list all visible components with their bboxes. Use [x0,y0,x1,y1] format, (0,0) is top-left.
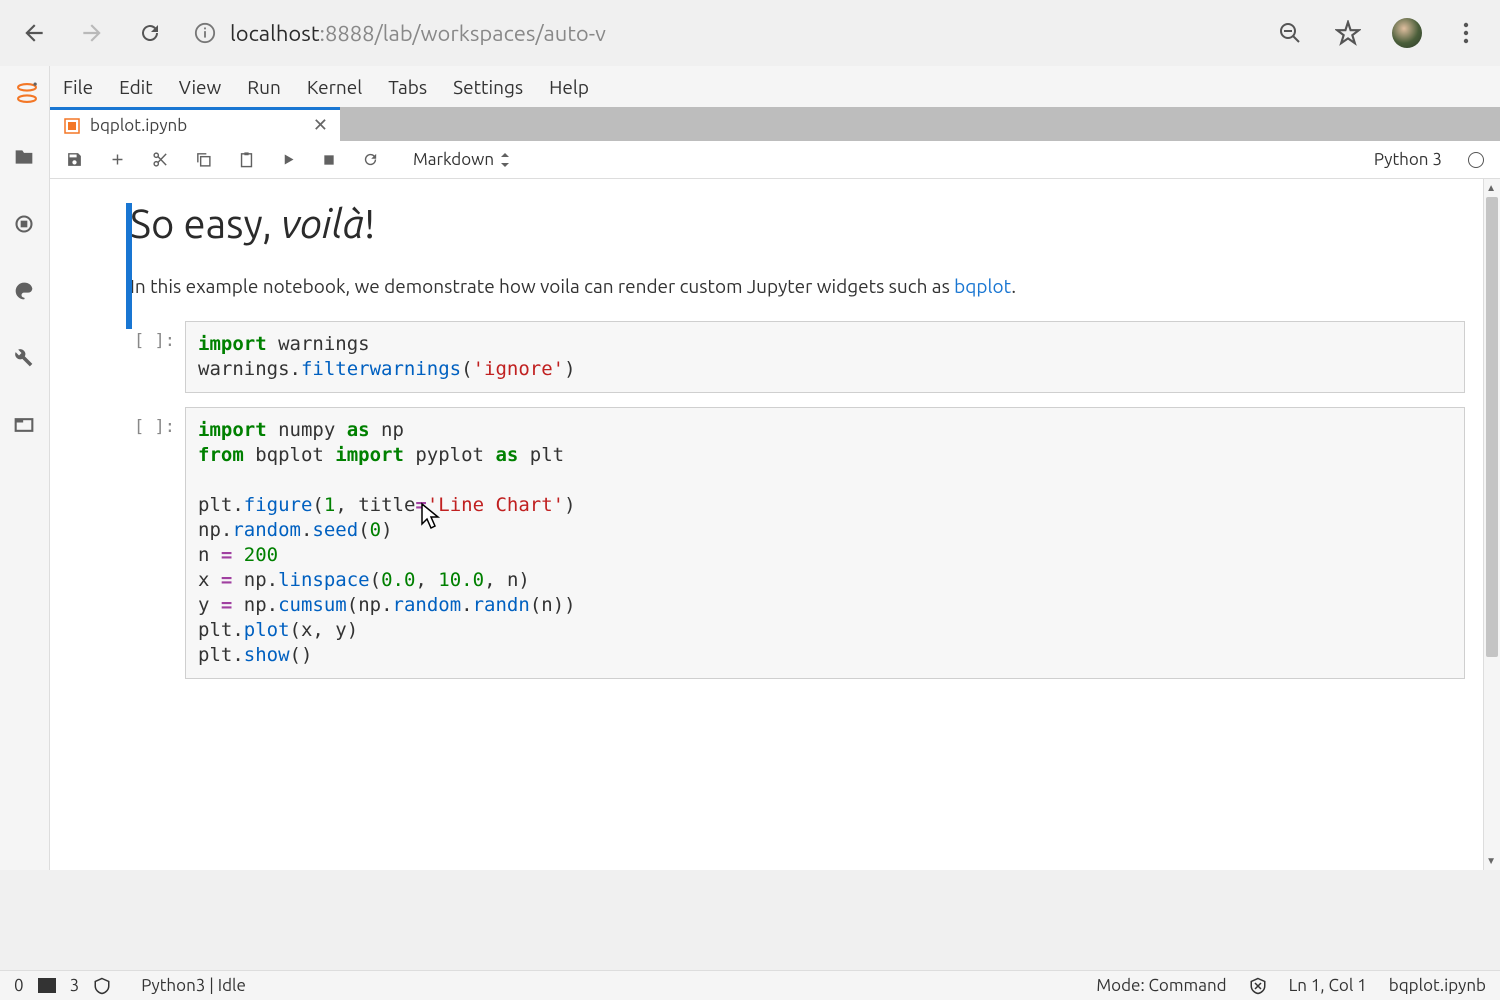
profile-avatar[interactable] [1392,18,1422,48]
notebook-toolbar: Markdown Python 3 [50,141,1500,179]
menu-kernel[interactable]: Kernel [307,76,362,98]
status-sessions[interactable]: 3 [70,976,80,995]
menu-edit[interactable]: Edit [119,76,153,98]
menu-view[interactable]: View [179,76,222,98]
tab-close-icon[interactable]: ✕ [313,115,328,136]
palette-icon[interactable] [14,281,36,303]
cut-icon[interactable] [152,151,169,168]
tab-bar: bqplot.ipynb ✕ [50,107,1500,141]
code-input[interactable]: import numpy as np from bqplot import py… [185,407,1465,680]
jupyter-menu-bar: File Edit View Run Kernel Tabs Settings … [50,66,1500,107]
menu-help[interactable]: Help [549,76,589,98]
browser-menu-button[interactable] [1452,19,1480,47]
bookmark-button[interactable] [1334,19,1362,47]
browser-toolbar: localhost:8888/lab/workspaces/auto-v [0,0,1500,66]
notebook-icon [64,118,80,134]
url-path: :8888/lab/workspaces/auto-v [320,21,606,46]
scroll-up-icon[interactable]: ▲ [1486,182,1496,194]
dropdown-arrows-icon [500,153,510,167]
add-cell-icon[interactable] [109,151,126,168]
kernel-name[interactable]: Python 3 [1374,150,1442,169]
cell-type-selector[interactable]: Markdown [413,150,510,169]
jupyter-sidebar [0,66,50,870]
status-left-num[interactable]: 0 [14,976,24,995]
scroll-thumb[interactable] [1486,197,1498,657]
scrollbar[interactable]: ▲ ▼ [1483,179,1500,870]
cell-selection-bar [126,203,132,329]
shield-icon[interactable] [93,977,111,995]
tab-title: bqplot.ipynb [90,116,187,135]
notebook-panel[interactable]: So easy, voilà! In this example notebook… [50,179,1500,870]
filename: bqplot.ipynb [1389,976,1486,995]
scroll-down-icon[interactable]: ▼ [1486,855,1496,867]
copy-icon[interactable] [195,151,212,168]
markdown-heading: So easy, voilà! [130,201,1465,246]
save-icon[interactable] [66,151,83,168]
code-cell-1[interactable]: [ ]: import warnings warnings.filterwarn… [130,321,1465,393]
url-bar[interactable]: localhost:8888/lab/workspaces/auto-v [194,21,1246,46]
kernel-status[interactable]: Python3 | Idle [141,976,246,995]
status-bar: 0 3 Python3 | Idle Mode: Command Ln 1, C… [0,970,1500,1000]
build-icon[interactable] [14,348,36,370]
reload-button[interactable] [136,19,164,47]
url-host: localhost [230,21,320,46]
paste-icon[interactable] [238,151,255,168]
notebook-tab[interactable]: bqplot.ipynb ✕ [50,107,340,141]
info-icon [194,22,216,44]
menu-settings[interactable]: Settings [453,76,523,98]
menu-run[interactable]: Run [247,76,281,98]
cursor-position: Ln 1, Col 1 [1289,976,1367,995]
markdown-paragraph: In this example notebook, we demonstrate… [130,272,1465,301]
menu-tabs[interactable]: Tabs [388,76,427,98]
notification-icon[interactable] [1249,977,1267,995]
zoom-out-button[interactable] [1276,19,1304,47]
running-sessions-icon[interactable] [14,214,36,236]
forward-button[interactable] [78,19,106,47]
code-cell-2[interactable]: [ ]: import numpy as np from bqplot impo… [130,407,1465,680]
mode-indicator: Mode: Command [1096,976,1226,995]
cell-prompt: [ ]: [130,321,185,393]
menu-file[interactable]: File [63,76,93,98]
cell-prompt: [ ]: [130,407,185,680]
restart-icon[interactable] [362,151,379,168]
code-input[interactable]: import warnings warnings.filterwarnings(… [185,321,1465,393]
tabs-icon[interactable] [14,415,36,437]
kernel-status-icon [1468,152,1484,168]
cell-type-label: Markdown [413,150,494,169]
terminal-icon[interactable] [38,978,56,993]
jupyter-logo-icon[interactable] [14,80,36,102]
run-icon[interactable] [281,152,296,167]
file-browser-icon[interactable] [14,147,36,169]
markdown-cell[interactable]: So easy, voilà! In this example notebook… [130,201,1465,301]
stop-icon[interactable] [322,153,336,167]
bqplot-link[interactable]: bqplot [954,275,1011,297]
back-button[interactable] [20,19,48,47]
